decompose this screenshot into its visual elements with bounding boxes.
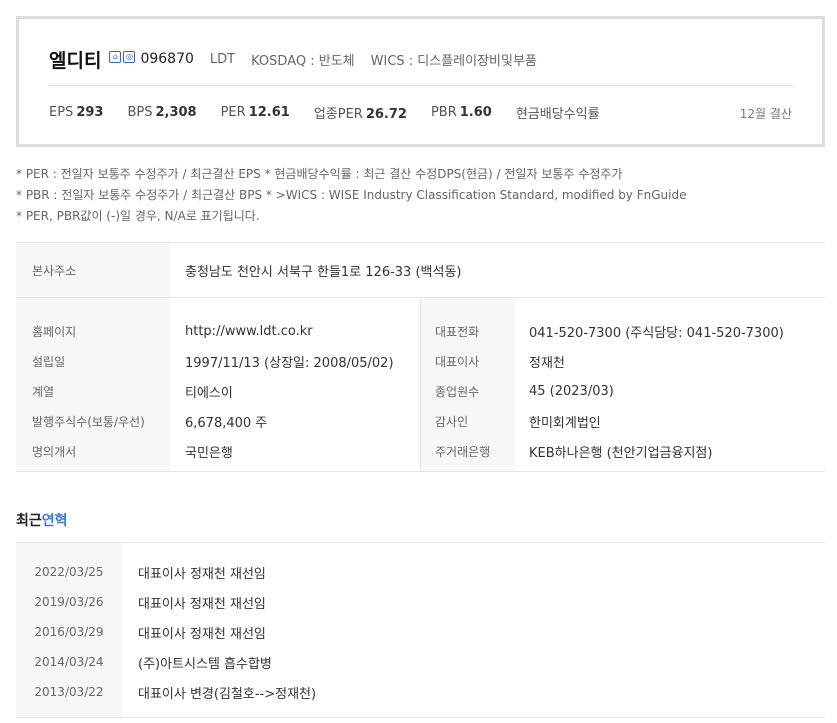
address-value: 충청남도 천안시 서북구 한들1로 126-33 (백석동) — [185, 264, 462, 280]
transfer-agent-label: 명의개서 — [32, 444, 77, 459]
wics-sector: WICS : 디스플레이장비및부품 — [370, 53, 537, 69]
metric-eps: EPS 293 — [49, 105, 104, 120]
history-event: 대표이사 변경(김철호-->정재천) — [138, 686, 317, 702]
phone-value: 041-520-7300 (주식담당: 041-520-7300) — [529, 325, 784, 341]
history-date: 2013/03/22 — [34, 685, 104, 699]
group-value: 티에스이 — [185, 385, 233, 401]
metric-bps: BPS 2,308 — [127, 105, 197, 120]
history-table: 2022/03/25 2019/03/26 2016/03/29 2014/03… — [16, 542, 825, 718]
settlement-month: 12월 결산 — [739, 107, 792, 121]
history-date: 2019/03/26 — [34, 595, 104, 609]
address-row: 본사주소 충청남도 천안시 서북구 한들1로 126-33 (백석동) — [16, 242, 825, 298]
market-sector: KOSDAQ : 반도체 — [251, 53, 355, 69]
stock-code: 096870 — [140, 51, 194, 67]
metric-per: PER 12.61 — [220, 105, 290, 120]
title-row: 엘디티 ⌂ ◎ 096870 LDT KOSDAQ : 반도체 WICS : 디… — [49, 45, 537, 73]
company-info-table: 본사주소 충청남도 천안시 서북구 한들1로 126-33 (백석동) 홈페이지… — [16, 242, 825, 472]
notes: * PER : 전일자 보통주 수정주가 / 최근결산 EPS * 현금배당수익… — [16, 164, 686, 227]
transfer-agent-value: 국민은행 — [185, 445, 233, 461]
info-left-column: 홈페이지 설립일 계열 발행주식수(보통/우선) 명의개서 http://www… — [16, 298, 421, 471]
ticker: LDT — [209, 51, 236, 67]
main-bank-label: 주거래은행 — [435, 444, 491, 459]
employees-value: 45 (2023/03) — [529, 383, 614, 399]
metric-dividend-yield: 현금배당수익률 — [515, 107, 600, 122]
history-title: 최근연혁 — [16, 513, 68, 529]
note-line: * PER, PBR값이 (-)일 경우, N/A로 표기됩니다. — [16, 209, 260, 223]
info-grid: 홈페이지 설립일 계열 발행주식수(보통/우선) 명의개서 http://www… — [16, 298, 825, 472]
history-event: 대표이사 정재천 재선임 — [138, 566, 266, 582]
homepage-link[interactable]: http://www.ldt.co.kr — [170, 316, 420, 346]
history-date: 2016/03/29 — [34, 625, 104, 639]
history-event: (주)아트시스템 흡수합병 — [138, 656, 272, 672]
note-line: * PBR : 전일자 보통주 수정주가 / 최근결산 BPS * >WICS … — [16, 188, 687, 202]
ceo-label: 대표이사 — [435, 354, 480, 369]
shares-value: 6,678,400 주 — [185, 415, 268, 431]
history-date: 2014/03/24 — [34, 655, 104, 669]
history-event: 대표이사 정재천 재선임 — [138, 596, 266, 612]
address-label: 본사주소 — [16, 243, 170, 297]
ir-icon[interactable]: ◎ — [123, 51, 136, 63]
ceo-value: 정재천 — [529, 355, 565, 371]
auditor-value: 한미회계법인 — [529, 415, 601, 431]
home-icon[interactable]: ⌂ — [109, 51, 122, 63]
history-event: 대표이사 정재천 재선임 — [138, 626, 266, 642]
homepage-label: 홈페이지 — [32, 324, 77, 339]
phone-label: 대표전화 — [435, 324, 480, 339]
metric-pbr: PBR 1.60 — [430, 105, 492, 120]
auditor-label: 감사인 — [435, 414, 469, 429]
founded-label: 설립일 — [32, 354, 66, 369]
history-date: 2022/03/25 — [34, 565, 104, 579]
company-name: 엘디티 — [49, 49, 102, 72]
metrics-row: EPS 293 BPS 2,308 PER 12.61 업종PER 26.72 PBR 1… — [49, 103, 603, 122]
employees-label: 종업원수 — [435, 384, 480, 399]
info-right-column: 대표전화 대표이사 종업원수 감사인 주거래은행 041-520-7300 (주… — [421, 298, 825, 471]
summary-box: 엘디티 ⌂ ◎ 096870 LDT KOSDAQ : 반도체 WICS : 디… — [16, 16, 825, 147]
shares-label: 발행주식수(보통/우선) — [32, 414, 145, 429]
founded-value: 1997/11/13 (상장일: 2008/05/02) — [185, 355, 394, 371]
main-bank-value: KEB하나은행 (천안기업금융지점) — [529, 445, 713, 461]
metric-industry-per: 업종PER 26.72 — [313, 107, 407, 122]
note-line: * PER : 전일자 보통주 수정주가 / 최근결산 EPS * 현금배당수익… — [16, 167, 623, 181]
divider — [49, 85, 793, 86]
group-label: 계열 — [32, 384, 55, 399]
